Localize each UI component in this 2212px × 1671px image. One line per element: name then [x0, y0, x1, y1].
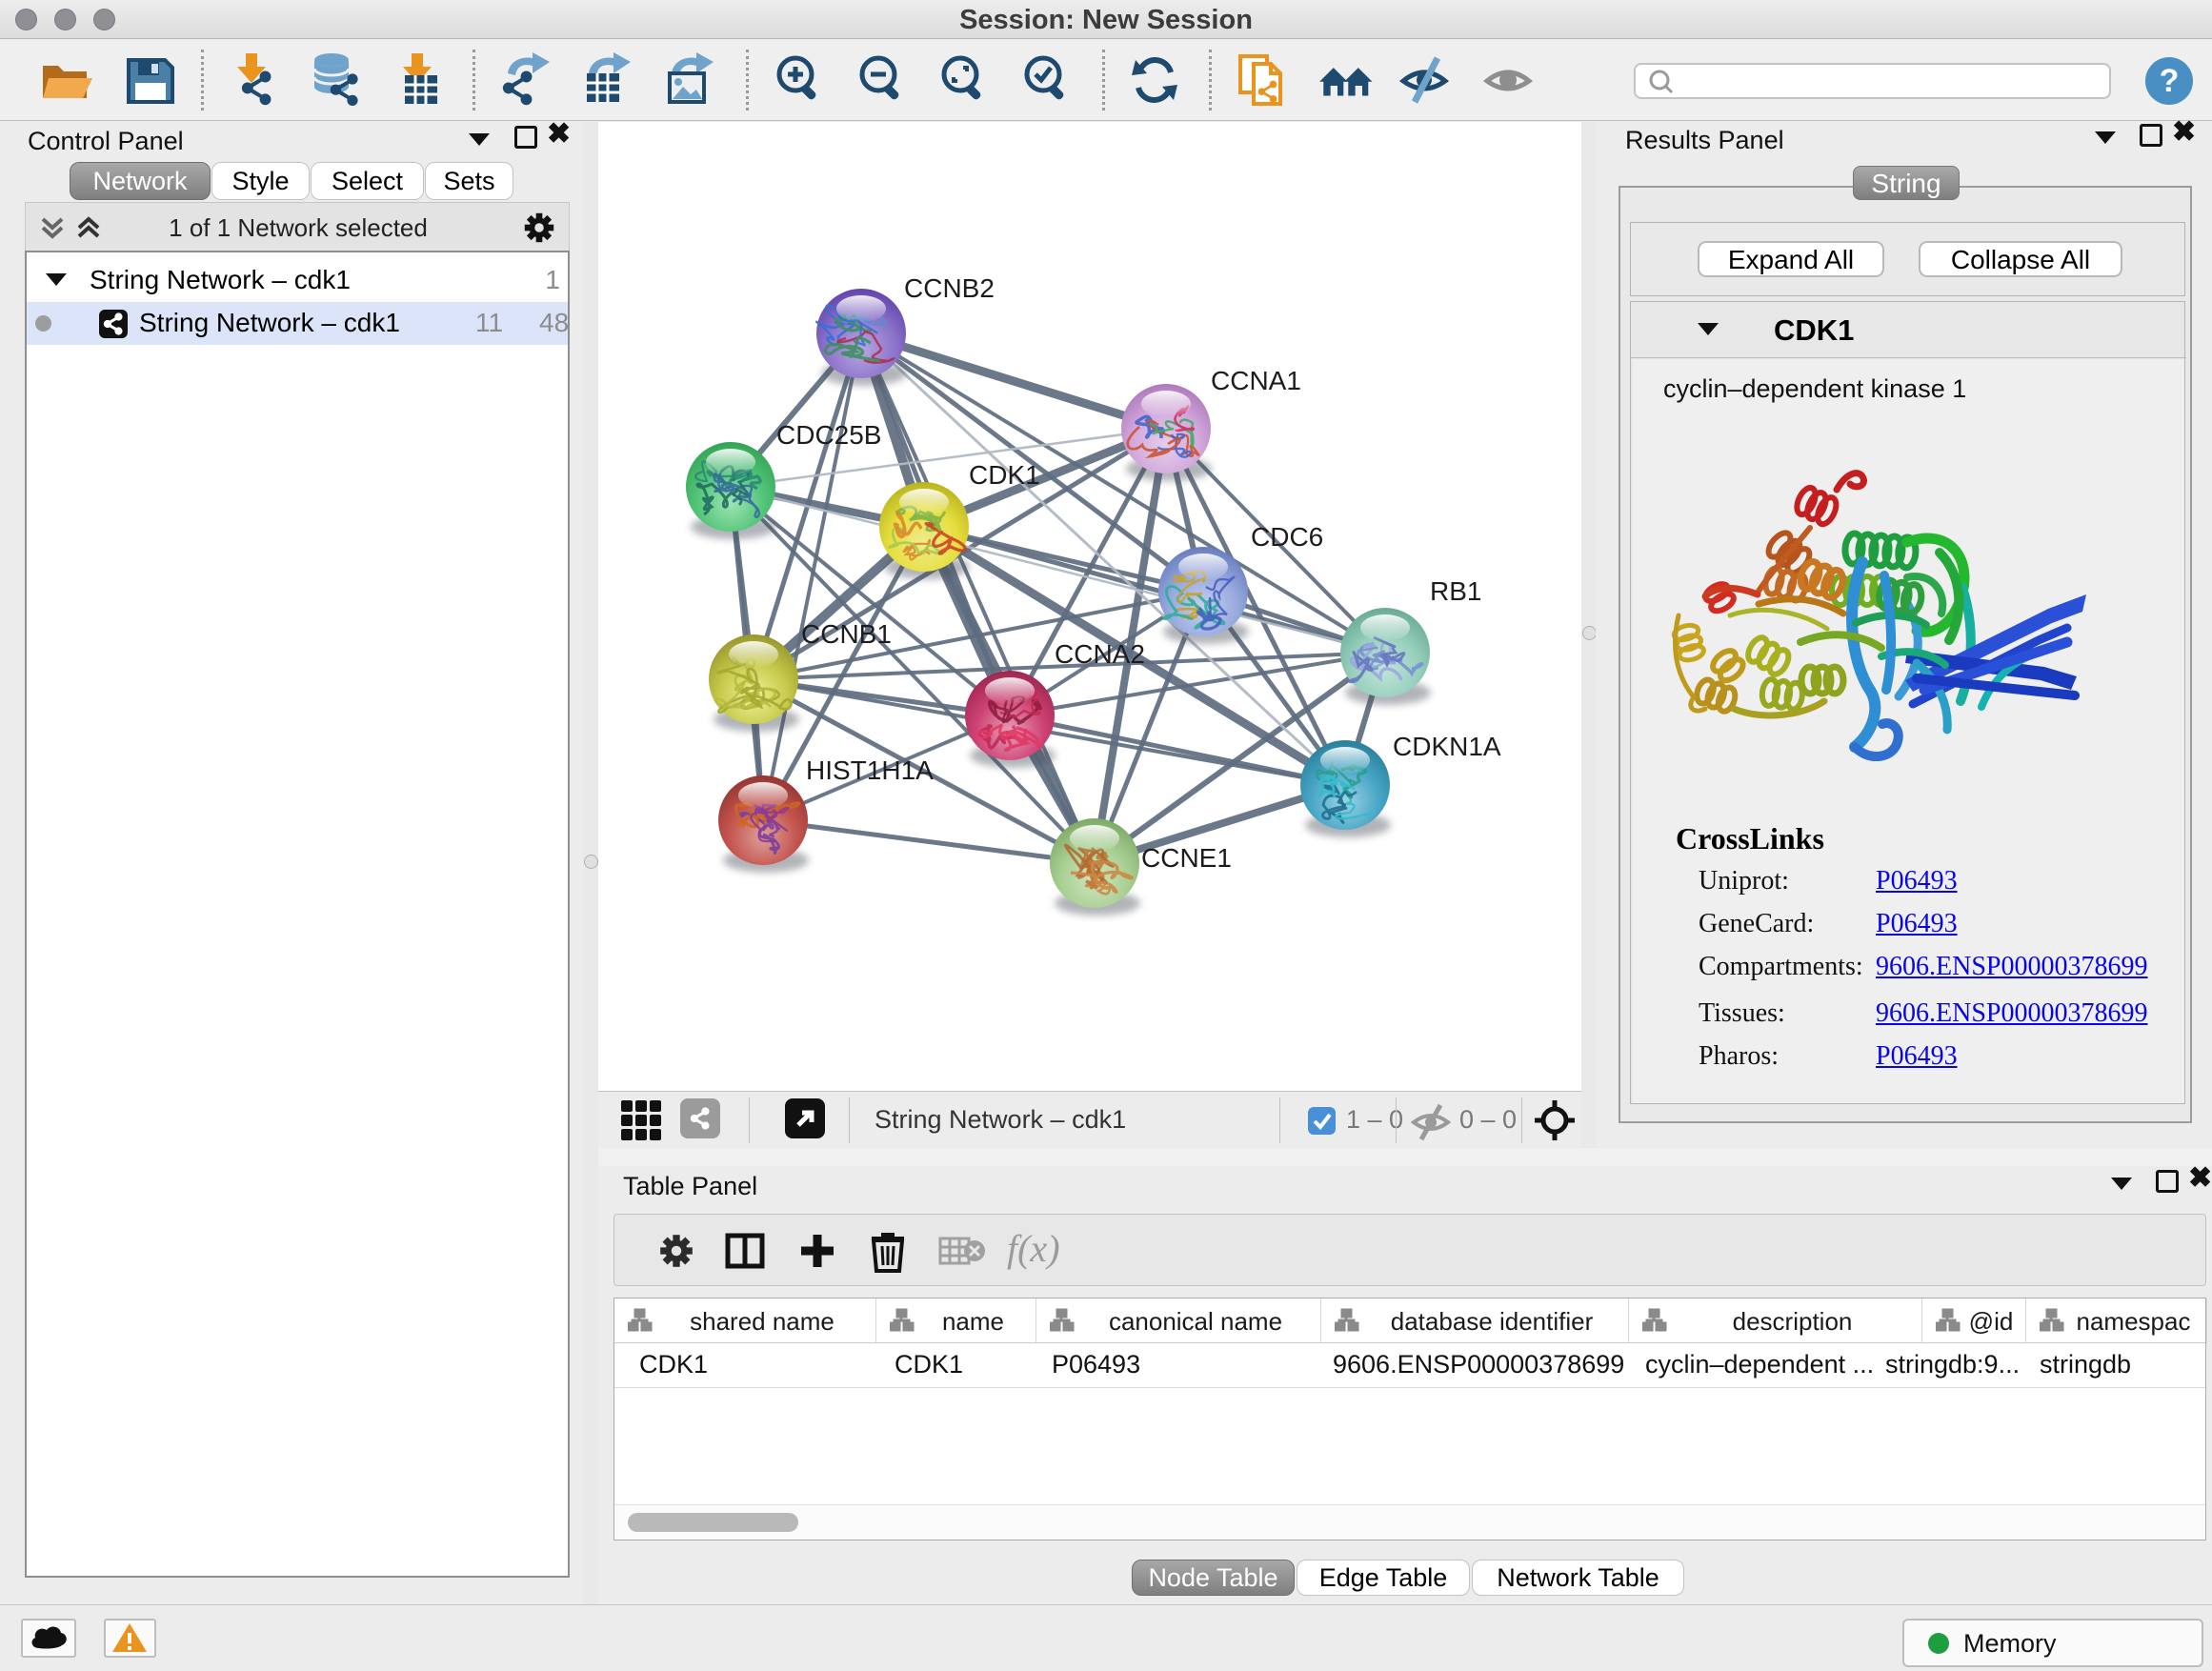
svg-text:CDC6: CDC6: [1251, 522, 1323, 552]
svg-text:CCNE1: CCNE1: [1141, 843, 1232, 873]
svg-text:CDK1: CDK1: [969, 460, 1040, 490]
svg-text:RB1: RB1: [1430, 576, 1481, 606]
svg-text:CCNB1: CCNB1: [801, 619, 892, 649]
svg-text:CDC25B: CDC25B: [776, 420, 881, 450]
svg-text:CCNA2: CCNA2: [1055, 639, 1145, 669]
svg-text:CDKN1A: CDKN1A: [1393, 732, 1501, 761]
svg-text:CCNB2: CCNB2: [904, 273, 995, 303]
svg-text:CCNA1: CCNA1: [1211, 366, 1301, 395]
svg-text:HIST1H1A: HIST1H1A: [806, 755, 934, 785]
